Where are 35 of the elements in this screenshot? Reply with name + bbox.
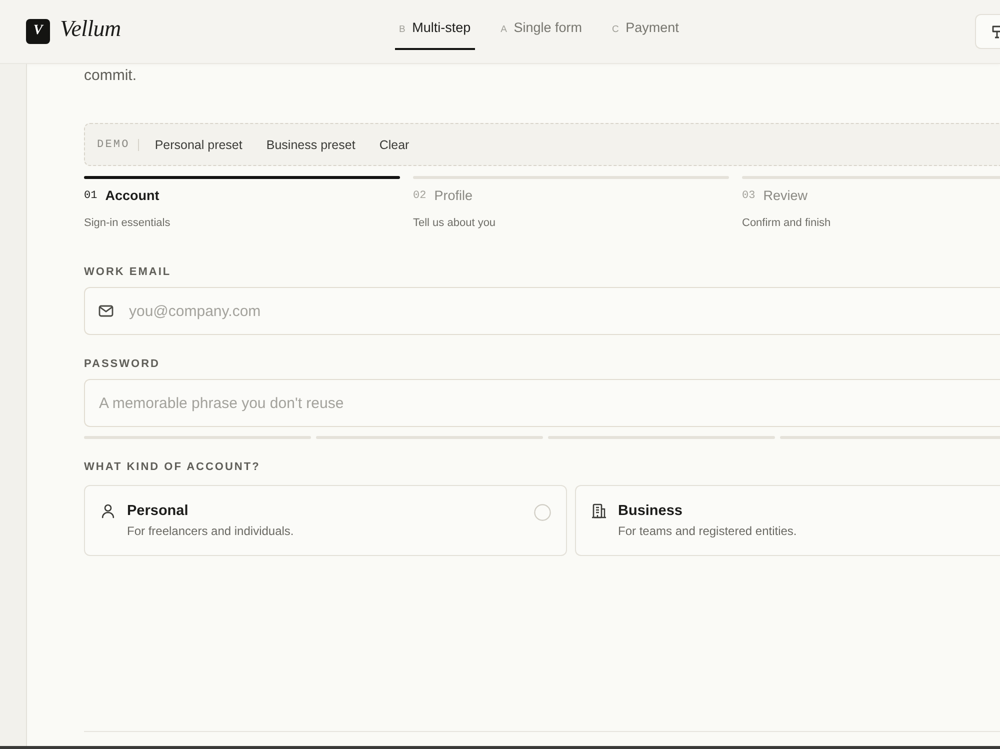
radio-icon — [534, 504, 551, 521]
nav-tab[interactable]: C Payment — [608, 0, 683, 50]
step-number: 02 — [413, 189, 426, 204]
mail-icon — [98, 303, 114, 319]
step-subtitle: Tell us about you — [413, 216, 497, 230]
field-label: WORK EMAIL — [84, 265, 172, 279]
option-description: For teams and registered entities. — [618, 523, 798, 539]
account-option-card[interactable]: Personal For freelancers and individuals. — [84, 485, 567, 556]
field-label: PASSWORD — [84, 357, 161, 371]
option-description: For freelancers and individuals. — [127, 523, 295, 539]
person-icon — [100, 503, 116, 519]
step-subtitle: Sign-in essentials — [84, 216, 172, 230]
option-title: Personal — [127, 502, 190, 520]
brand-name: Vellum — [60, 17, 121, 40]
step-subtitle: Confirm and finish — [742, 216, 832, 230]
logo-mark: V — [26, 18, 50, 44]
step-title: Account — [105, 187, 160, 205]
field-label: WHAT KIND OF ACCOUNT? — [84, 460, 262, 474]
account-option-card[interactable]: Business For teams and registered entities. — [575, 485, 1000, 556]
nav-tab[interactable]: A Single form — [496, 0, 586, 50]
header-icon-button[interactable] — [975, 14, 1000, 49]
preset-link[interactable]: Clear — [379, 136, 410, 152]
preset-link[interactable]: Business preset — [266, 136, 356, 152]
step-title: Profile — [434, 187, 472, 205]
building-icon — [591, 503, 607, 519]
step-title: Review — [763, 187, 808, 205]
password-field[interactable]: A memorable phrase you don't reuse — [84, 379, 1000, 427]
email-field[interactable]: you@company.com — [84, 287, 1000, 335]
step-number: 01 — [84, 189, 98, 204]
intro-text: commit. — [84, 66, 138, 86]
preset-link[interactable]: Personal preset — [154, 136, 242, 152]
option-title: Business — [618, 502, 684, 520]
step-number: 03 — [742, 189, 756, 204]
demo-label: DEMO — [97, 138, 139, 150]
nav-tab[interactable]: B Multi-step — [395, 0, 475, 50]
